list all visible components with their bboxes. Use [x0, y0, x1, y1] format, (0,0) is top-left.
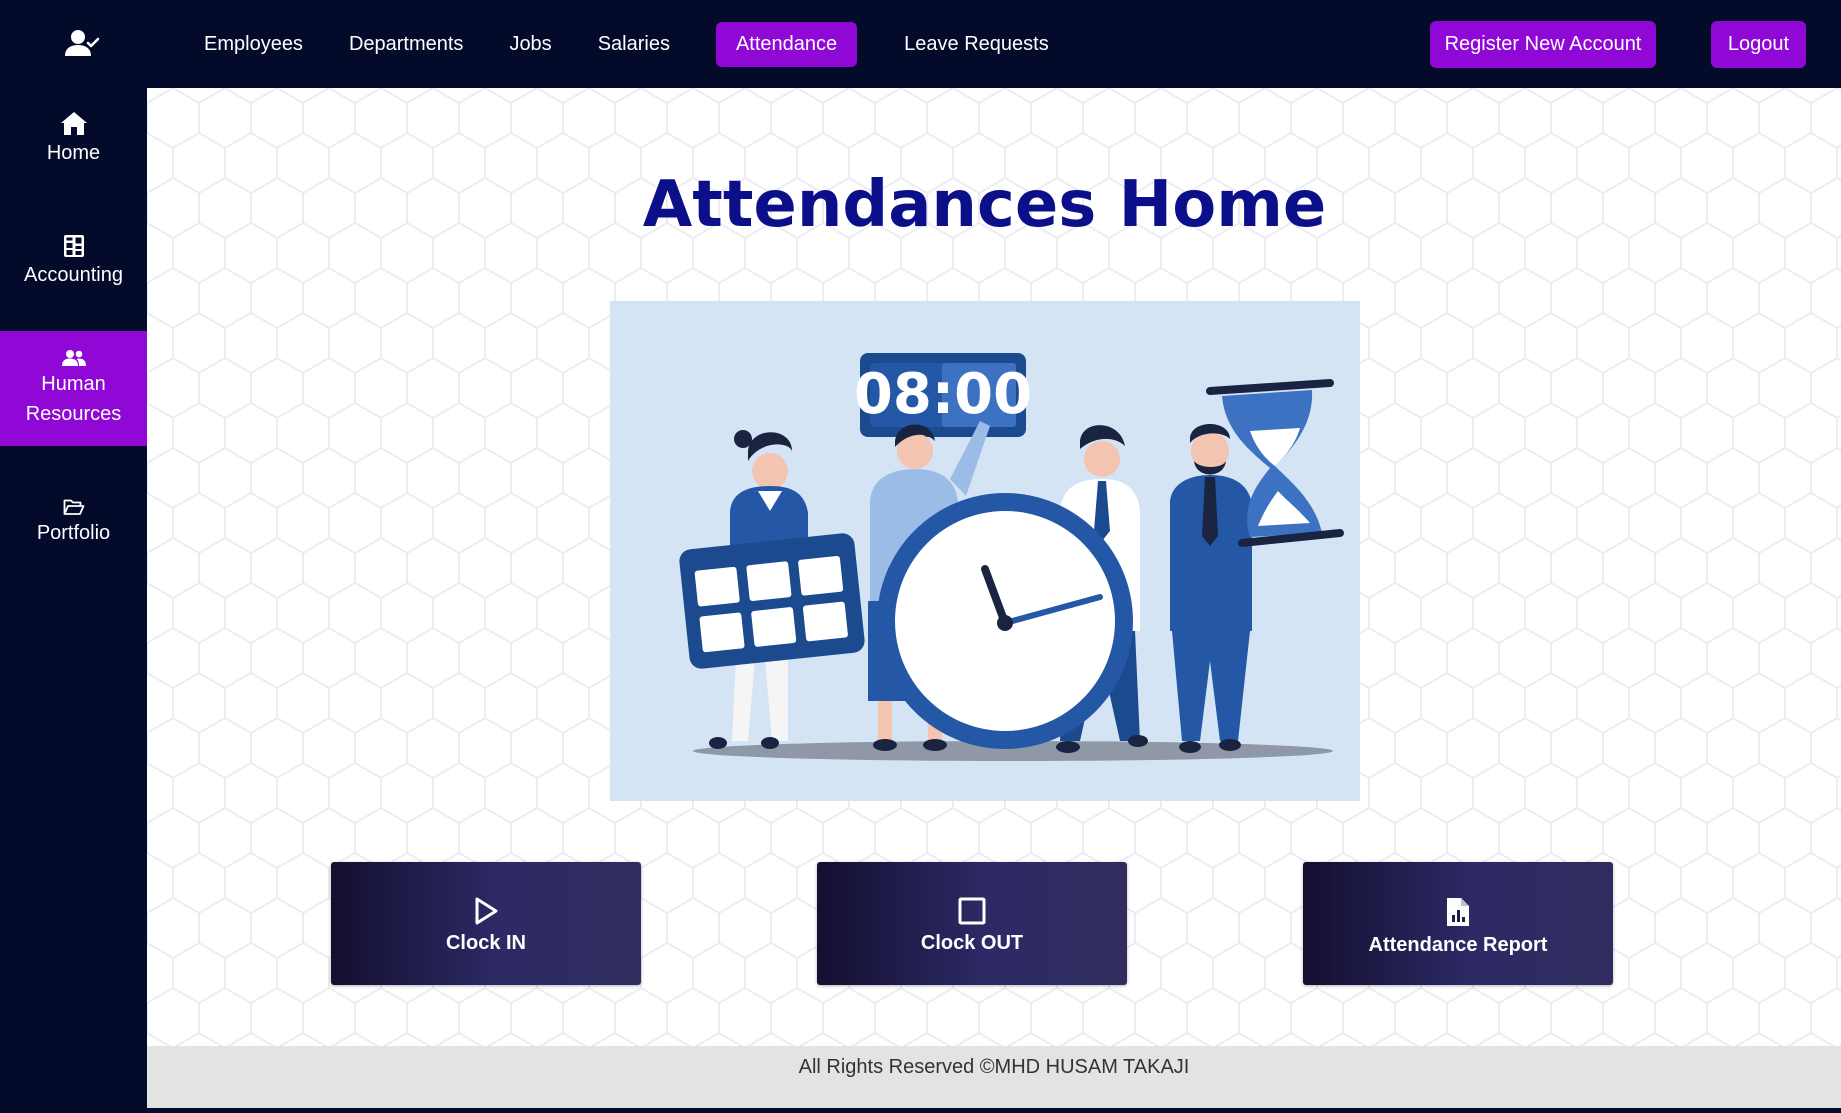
sidebar: Home Accounting Human Resources Portfoli… [0, 88, 147, 1113]
nav-attendance[interactable]: Attendance [715, 22, 858, 67]
clock-out-label: Clock OUT [920, 932, 1024, 954]
sidebar-item-human-resources[interactable]: Human Resources [0, 331, 147, 446]
footer: All Rights Reserved ©MHD HUSAM TAKAJI [147, 1046, 1841, 1108]
sidebar-item-portfolio[interactable]: Portfolio [0, 498, 147, 588]
users-icon [61, 350, 86, 366]
sidebar-item-label: Portfolio [36, 522, 111, 544]
page-title: Attendances Home [642, 168, 1327, 242]
clock-display-text: 08:00 [854, 362, 1032, 427]
attendance-illustration-art: 08:00 [679, 353, 1344, 761]
footer-copyright: All Rights Reserved ©MHD HUSAM TAKAJI [798, 1056, 1190, 1078]
attendance-report-button[interactable]: Attendance Report [1303, 862, 1613, 985]
nav-leave-requests[interactable]: Leave Requests [884, 22, 1069, 67]
main-nav: Employees Departments Jobs Salaries Atte… [184, 22, 1075, 67]
clock-in-label: Clock IN [445, 932, 527, 954]
nav-jobs[interactable]: Jobs [489, 22, 571, 67]
sidebar-item-label: Human Resources [25, 373, 122, 425]
calculator-icon [63, 235, 84, 257]
register-new-account-button[interactable]: Register New Account [1430, 21, 1656, 68]
attendance-report-label: Attendance Report [1368, 934, 1548, 956]
top-navbar: Employees Departments Jobs Salaries Atte… [0, 0, 1841, 88]
main-content: Attendances Home 08:00 Clock IN Clock OU… [147, 88, 1841, 1046]
folder-open-icon [63, 499, 84, 515]
stop-icon [958, 897, 986, 925]
nav-employees[interactable]: Employees [184, 22, 323, 67]
clock-in-button[interactable]: Clock IN [331, 862, 641, 985]
sidebar-item-label: Accounting [24, 264, 123, 286]
logout-button[interactable]: Logout [1711, 21, 1806, 68]
play-icon [475, 897, 498, 925]
sidebar-item-accounting[interactable]: Accounting [0, 234, 147, 324]
sidebar-item-label: Home [46, 142, 101, 164]
bottom-strip [0, 1108, 1841, 1113]
attendance-illustration: 08:00 [610, 301, 1360, 801]
nav-departments[interactable]: Departments [329, 22, 484, 67]
user-check-icon[interactable] [64, 28, 100, 60]
home-icon [60, 112, 87, 135]
clock-out-button[interactable]: Clock OUT [817, 862, 1127, 985]
file-chart-icon [1447, 898, 1469, 926]
nav-salaries[interactable]: Salaries [578, 22, 690, 67]
sidebar-item-home[interactable]: Home [0, 110, 147, 200]
